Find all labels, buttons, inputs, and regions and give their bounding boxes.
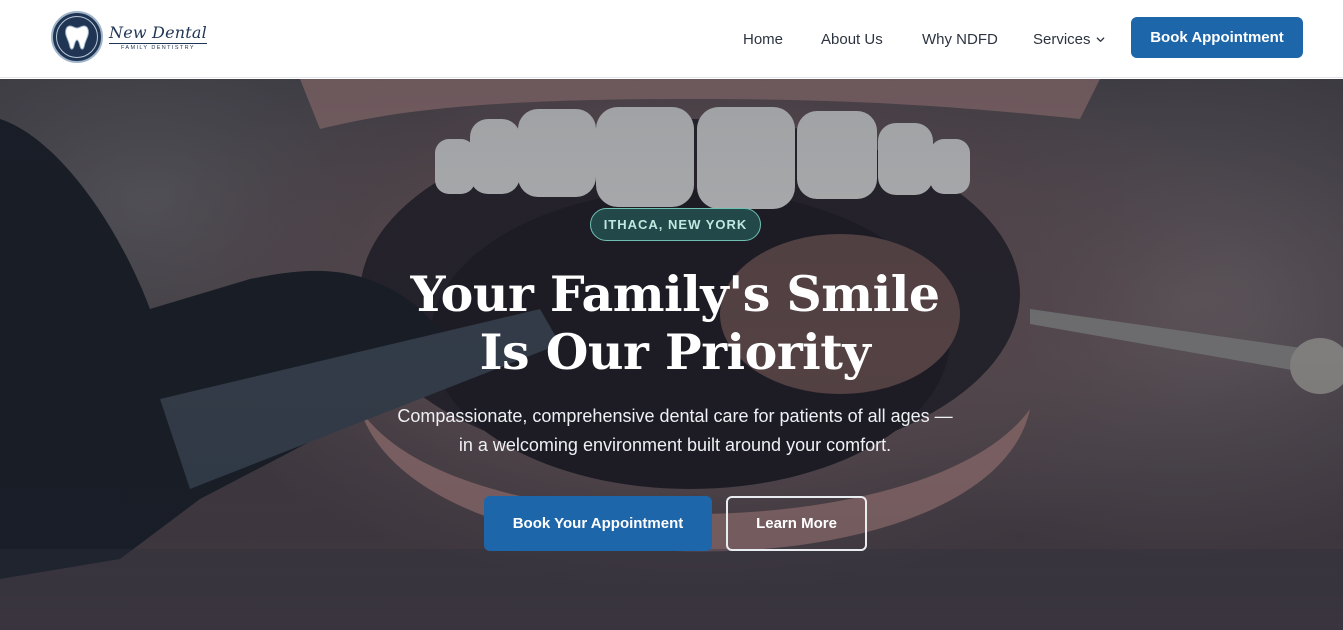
nav-why-ndfd[interactable]: Why NDFD — [922, 31, 998, 48]
nav-home[interactable]: Home — [743, 31, 783, 48]
hero-section: ITHACA, NEW YORK Your Family's Smile Is … — [0, 79, 1343, 630]
logo-name: New Dental — [109, 22, 207, 42]
hero-description-line-1: Compassionate, comprehensive dental care… — [397, 406, 953, 426]
location-badge: ITHACA, NEW YORK — [590, 208, 761, 241]
learn-more-button[interactable]: Learn More — [726, 496, 867, 551]
chevron-down-icon — [1096, 36, 1104, 42]
hero-headline: Your Family's Smile Is Our Priority — [300, 265, 1050, 381]
hero-headline-line-2: Is Our Priority — [479, 323, 871, 381]
nav-services-label: Services — [1033, 30, 1091, 48]
nav-about-us[interactable]: About Us — [821, 31, 883, 48]
hero-headline-line-1: Your Family's Smile — [410, 265, 940, 323]
book-appointment-button[interactable]: Book Appointment — [1131, 17, 1303, 58]
book-your-appointment-button[interactable]: Book Your Appointment — [484, 496, 712, 551]
hero-description-line-2: in a welcoming environment built around … — [458, 435, 892, 455]
hero-description: Compassionate, comprehensive dental care… — [330, 402, 1020, 460]
tooth-icon — [51, 11, 103, 63]
logo[interactable]: New Dental FAMILY DENTISTRY — [51, 11, 207, 63]
logo-subtitle: FAMILY DENTISTRY — [109, 42, 207, 51]
site-header: New Dental FAMILY DENTISTRY Home About U… — [0, 0, 1343, 78]
nav-services[interactable]: Services — [1033, 31, 1105, 48]
